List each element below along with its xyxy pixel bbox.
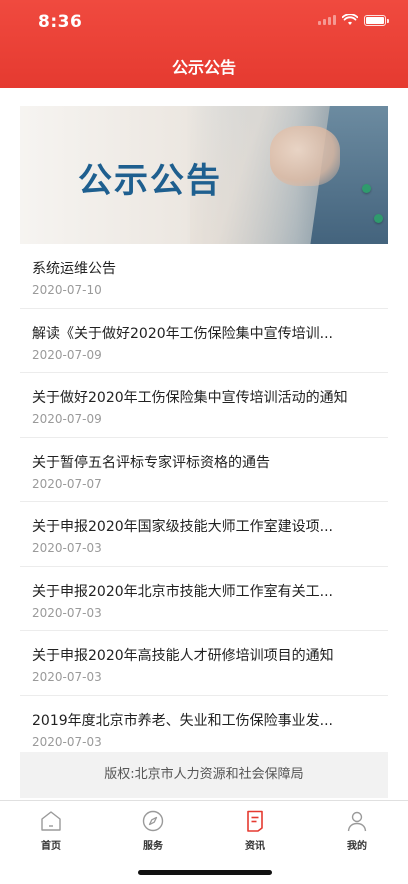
item-title: 2019年度北京市养老、失业和工伤保险事业发... bbox=[32, 712, 333, 729]
home-indicator bbox=[138, 870, 272, 875]
item-date: 2020-07-03 bbox=[32, 605, 102, 620]
list-item[interactable]: 关于暂停五名评标专家评标资格的通告 2020-07-07 bbox=[20, 438, 388, 502]
item-title: 关于做好2020年工伤保险集中宣传培训活动的通知 bbox=[32, 390, 348, 406]
item-title: 关于申报2020年北京市技能大师工作室有关工... bbox=[32, 583, 333, 600]
announcement-list: 系统运维公告 2020-07-10 解读《关于做好2020年工伤保险集中宣传培训… bbox=[20, 244, 388, 759]
copyright-footer: 版权:北京市人力资源和社会保障局 bbox=[20, 752, 388, 798]
item-title: 解读《关于做好2020年工伤保险集中宣传培训... bbox=[32, 325, 333, 342]
list-item[interactable]: 解读《关于做好2020年工伤保险集中宣传培训... 2020-07-09 bbox=[20, 309, 388, 373]
banner-title: 公示公告 bbox=[78, 161, 222, 201]
person-icon bbox=[347, 811, 367, 832]
status-bar: 8:36 bbox=[0, 0, 408, 44]
compass-icon bbox=[142, 810, 164, 832]
home-icon bbox=[41, 811, 61, 831]
status-indicators bbox=[318, 14, 389, 26]
item-date: 2020-07-03 bbox=[32, 670, 102, 684]
list-item[interactable]: 关于申报2020年国家级技能大师工作室建设项... 2020-07-03 bbox=[20, 502, 388, 567]
list-item[interactable]: 系统运维公告 2020-07-10 bbox=[20, 244, 388, 309]
battery-icon bbox=[364, 14, 389, 26]
item-title: 关于申报2020年国家级技能大师工作室建设项... bbox=[32, 519, 333, 535]
hand-image bbox=[270, 126, 340, 186]
document-icon bbox=[247, 810, 263, 832]
announcement-banner[interactable]: 公示公告 bbox=[20, 106, 388, 244]
pin-icon bbox=[374, 214, 383, 223]
item-date: 2020-07-03 bbox=[32, 734, 102, 749]
item-date: 2020-07-07 bbox=[32, 476, 102, 491]
wifi-icon bbox=[342, 14, 358, 25]
item-date: 2020-07-09 bbox=[32, 347, 102, 362]
tab-mine[interactable]: 我的 bbox=[317, 809, 397, 852]
list-item[interactable]: 关于申报2020年北京市技能大师工作室有关工... 2020-07-03 bbox=[20, 567, 388, 631]
list-item[interactable]: 关于申报2020年高技能人才研修培训项目的通知 2020-07-03 bbox=[20, 631, 388, 696]
status-time: 8:36 bbox=[38, 12, 83, 32]
item-title: 关于暂停五名评标专家评标资格的通告 bbox=[32, 454, 270, 471]
pin-icon bbox=[362, 184, 371, 193]
tab-home[interactable]: 首页 bbox=[11, 809, 91, 852]
page-title: 公示公告 bbox=[171, 58, 236, 77]
app-header: 8:36 公示公告 bbox=[0, 0, 408, 88]
list-item[interactable]: 关于做好2020年工伤保险集中宣传培训活动的通知 2020-07-09 bbox=[20, 373, 388, 438]
tab-service-label: 服务 bbox=[143, 841, 163, 852]
item-date: 2020-07-03 bbox=[32, 541, 102, 555]
tab-mine-label: 我的 bbox=[347, 841, 367, 852]
tab-service[interactable]: 服务 bbox=[113, 809, 193, 852]
item-date: 2020-07-09 bbox=[32, 412, 102, 426]
tab-news[interactable]: 资讯 bbox=[215, 809, 295, 852]
signal-icon bbox=[318, 15, 336, 25]
item-title: 系统运维公告 bbox=[32, 261, 116, 277]
tab-home-label: 首页 bbox=[41, 841, 61, 852]
item-title: 关于申报2020年高技能人才研修培训项目的通知 bbox=[32, 648, 334, 664]
list-item[interactable]: 2019年度北京市养老、失业和工伤保险事业发... 2020-07-03 bbox=[20, 696, 388, 760]
item-date: 2020-07-10 bbox=[32, 283, 102, 297]
tab-news-label: 资讯 bbox=[245, 841, 265, 852]
